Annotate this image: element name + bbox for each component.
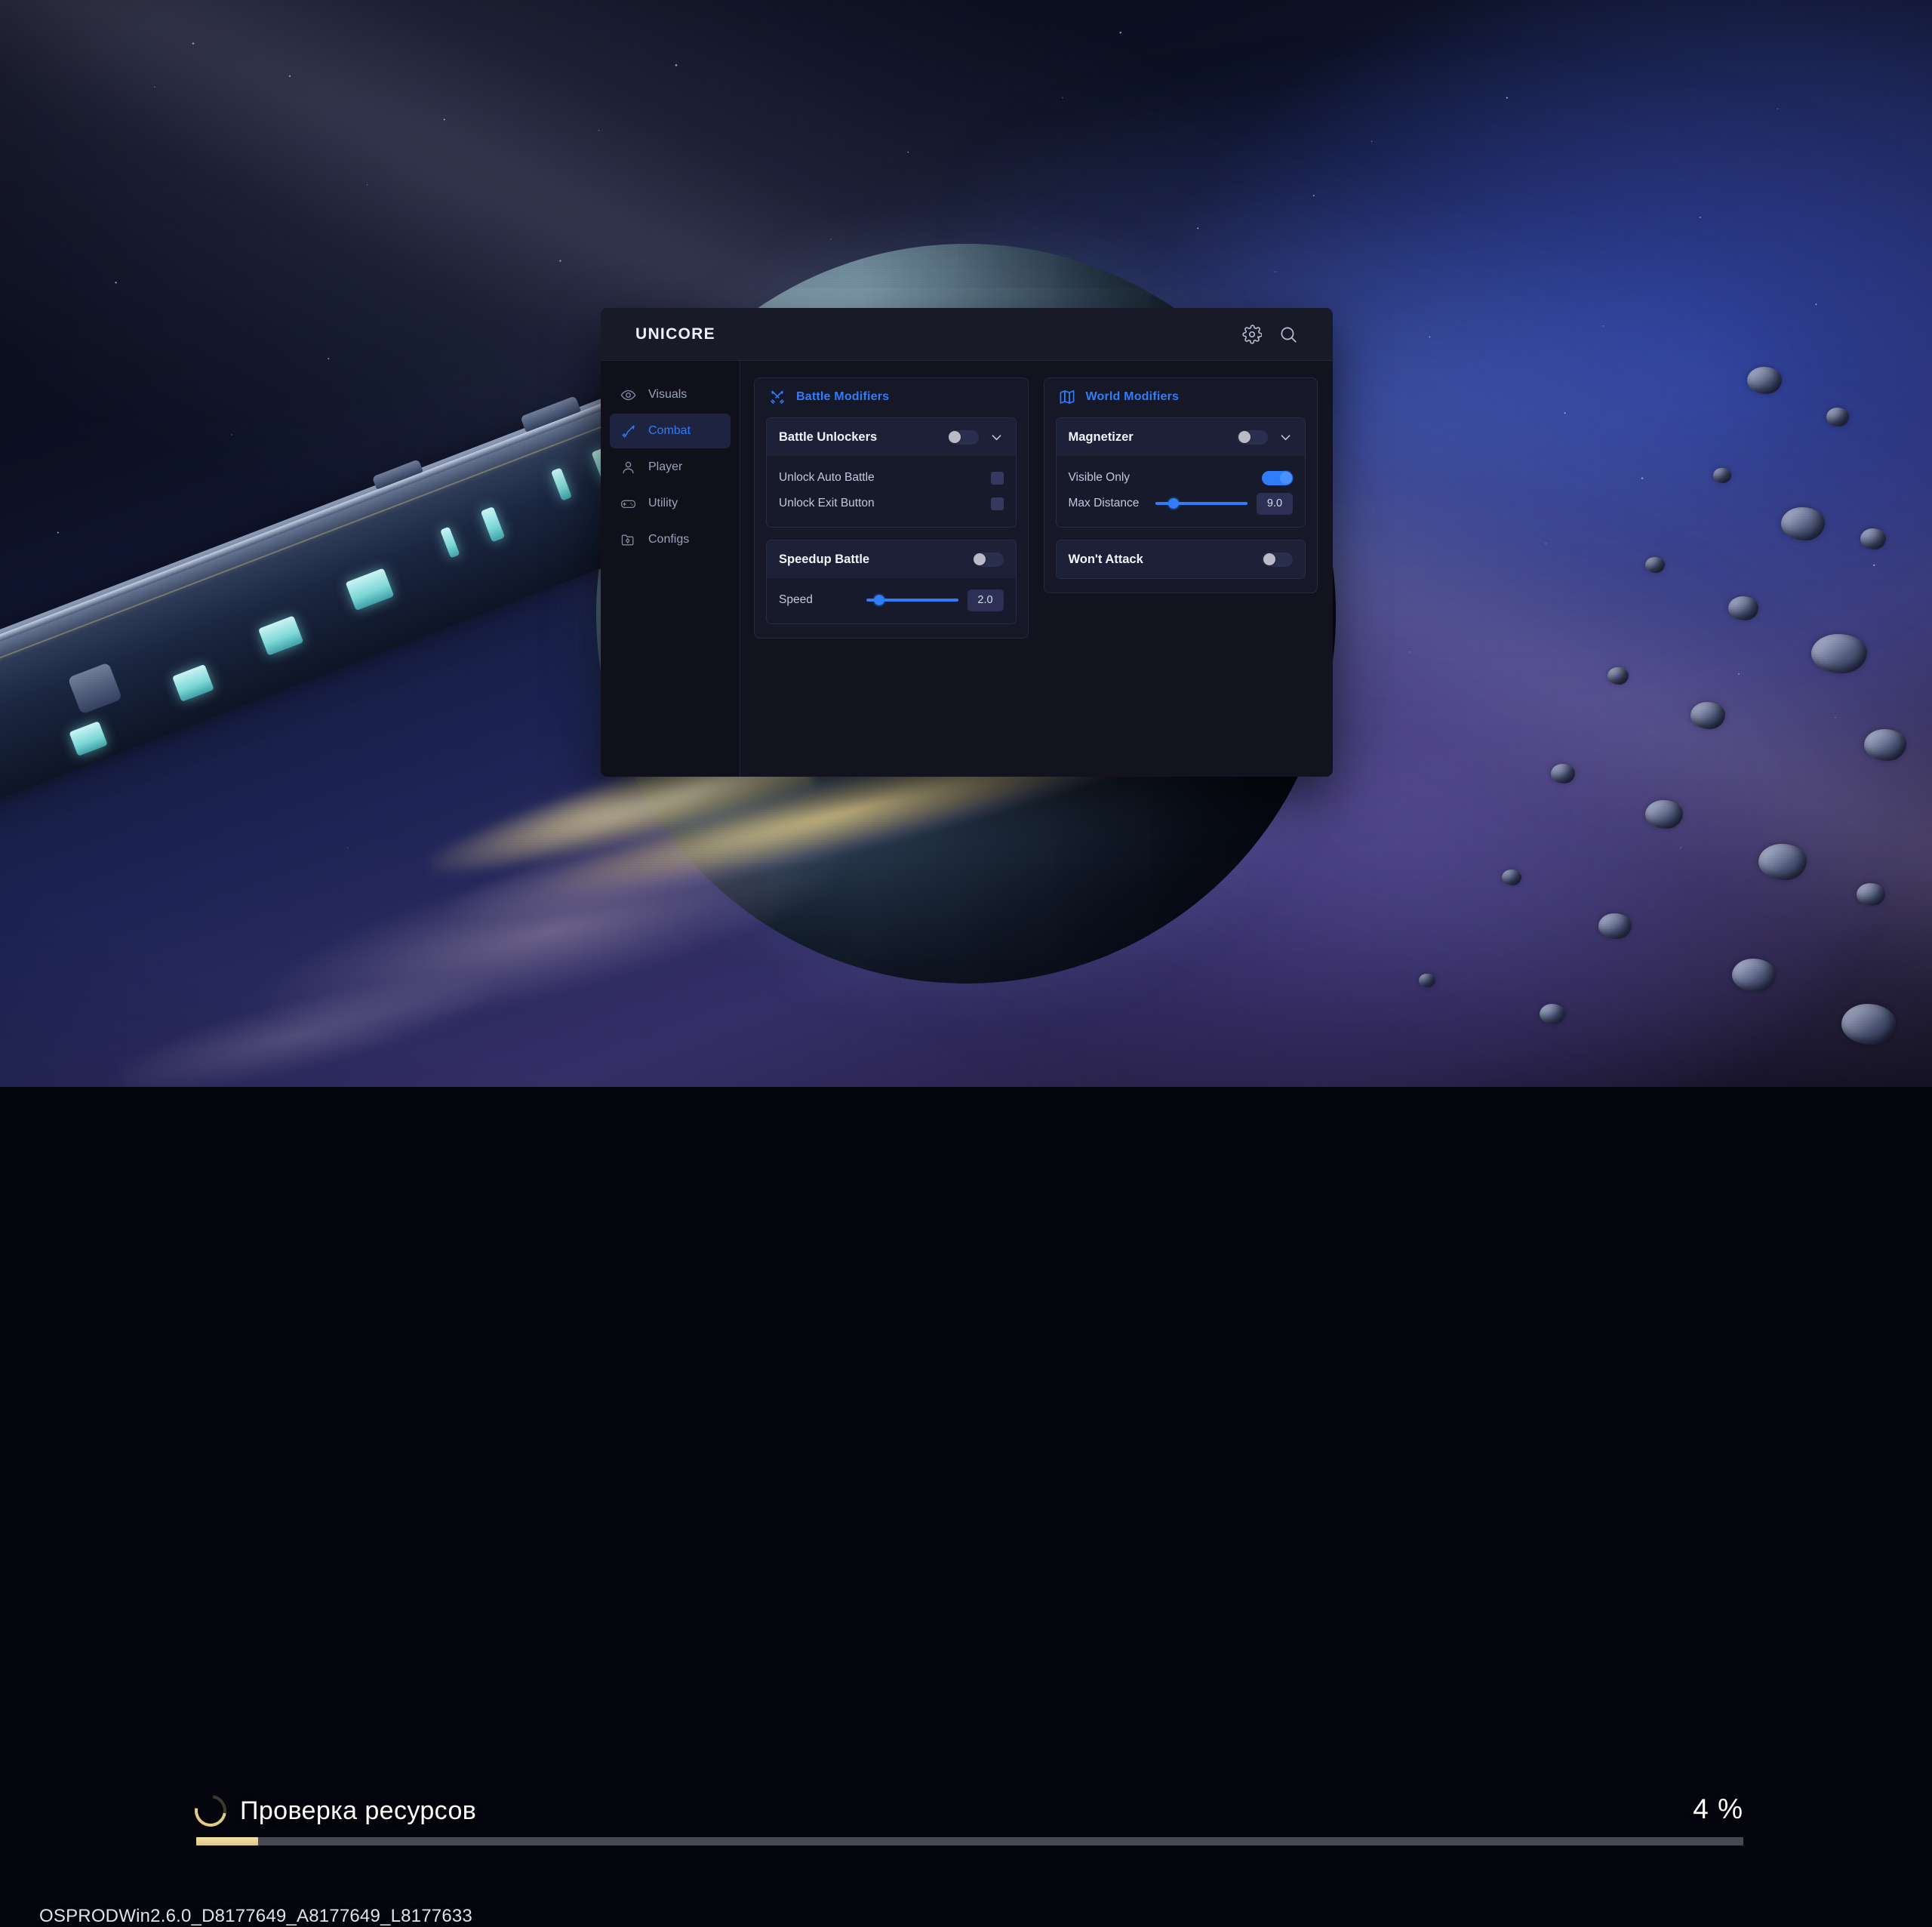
loading-progress-fill bbox=[196, 1837, 258, 1845]
slider-track[interactable] bbox=[1155, 502, 1247, 505]
column-title: Battle Modifiers bbox=[796, 390, 889, 404]
group-battle-unlockers: Battle Unlockers Unlock Auto Battle bbox=[766, 417, 1017, 528]
group-wont-attack: Won't Attack bbox=[1056, 540, 1306, 579]
panel-header-actions bbox=[1242, 325, 1298, 344]
group-toggle[interactable] bbox=[948, 430, 979, 445]
sidebar-item-label: Player bbox=[648, 460, 682, 474]
build-version-label: OSPRODWin2.6.0_D8177649_A8177649_L817763… bbox=[39, 1906, 472, 1927]
gear-icon[interactable] bbox=[1242, 325, 1262, 344]
group-title: Won't Attack bbox=[1069, 553, 1143, 567]
column-battle-modifiers: Battle Modifiers Battle Unlockers bbox=[754, 377, 1029, 639]
panel-body: Visuals Combat Player bbox=[601, 361, 1333, 777]
sidebar: Visuals Combat Player bbox=[601, 361, 740, 777]
row-label: Unlock Auto Battle bbox=[779, 471, 875, 485]
group-controls bbox=[1262, 553, 1293, 567]
unicore-overlay-panel[interactable]: UNICORE Visuals bbox=[601, 308, 1333, 777]
panel-title: UNICORE bbox=[635, 325, 715, 343]
row-label: Max Distance bbox=[1069, 497, 1140, 510]
unlock-auto-battle-checkbox[interactable] bbox=[991, 472, 1004, 485]
panel-content: Battle Modifiers Battle Unlockers bbox=[740, 361, 1333, 777]
loading-hud: Проверка ресурсов 4 % OSPRODWin2.6.0_D81… bbox=[0, 860, 1932, 1087]
row-control bbox=[991, 472, 1004, 485]
row-control: 2.0 bbox=[866, 589, 1004, 611]
chevron-down-icon[interactable] bbox=[1278, 430, 1293, 445]
row-control bbox=[1262, 471, 1293, 485]
group-controls bbox=[948, 430, 1004, 445]
map-icon bbox=[1059, 389, 1075, 405]
sidebar-item-combat[interactable]: Combat bbox=[610, 414, 731, 448]
group-title: Battle Unlockers bbox=[779, 430, 877, 445]
unlock-exit-button-checkbox[interactable] bbox=[991, 497, 1004, 510]
row-label: Speed bbox=[779, 593, 813, 607]
group-controls bbox=[1237, 430, 1293, 445]
column-header: World Modifiers bbox=[1056, 389, 1306, 405]
row-max-distance[interactable]: Max Distance 9.0 bbox=[1069, 491, 1294, 516]
row-unlock-auto-battle[interactable]: Unlock Auto Battle bbox=[779, 465, 1004, 491]
slider-thumb[interactable] bbox=[874, 595, 884, 605]
speed-value-field[interactable]: 2.0 bbox=[968, 589, 1004, 611]
max-distance-slider[interactable] bbox=[1155, 502, 1247, 505]
group-title: Magnetizer bbox=[1069, 430, 1134, 445]
row-control bbox=[991, 497, 1004, 510]
loading-status-row: Проверка ресурсов bbox=[195, 1795, 476, 1827]
sidebar-item-player[interactable]: Player bbox=[610, 450, 731, 485]
group-header[interactable]: Won't Attack bbox=[1057, 540, 1306, 578]
loading-status-text: Проверка ресурсов bbox=[240, 1796, 476, 1826]
column-world-modifiers: World Modifiers Magnetizer bbox=[1044, 377, 1318, 593]
max-distance-value-field[interactable]: 9.0 bbox=[1257, 493, 1293, 515]
gamepad-icon bbox=[620, 496, 636, 512]
group-header[interactable]: Battle Unlockers bbox=[767, 418, 1016, 456]
sidebar-item-label: Combat bbox=[648, 424, 691, 438]
loading-spinner-icon bbox=[189, 1789, 232, 1833]
sidebar-item-label: Utility bbox=[648, 497, 678, 510]
loading-percent-label: 4 % bbox=[1693, 1793, 1743, 1825]
row-visible-only[interactable]: Visible Only bbox=[1069, 465, 1294, 491]
person-icon bbox=[620, 460, 636, 476]
sidebar-item-utility[interactable]: Utility bbox=[610, 486, 731, 521]
panel-header: UNICORE bbox=[601, 308, 1333, 361]
group-title: Speedup Battle bbox=[779, 553, 869, 567]
wont-attack-toggle[interactable] bbox=[1262, 553, 1293, 567]
column-title: World Modifiers bbox=[1086, 390, 1180, 404]
row-label: Visible Only bbox=[1069, 471, 1131, 485]
sidebar-item-label: Configs bbox=[648, 533, 689, 546]
slider-track[interactable] bbox=[866, 599, 958, 602]
sidebar-item-label: Visuals bbox=[648, 388, 687, 402]
eye-icon bbox=[620, 387, 636, 403]
group-header[interactable]: Magnetizer bbox=[1057, 418, 1306, 456]
group-header[interactable]: Speedup Battle bbox=[767, 540, 1016, 578]
crossed-swords-icon bbox=[769, 389, 786, 405]
group-toggle[interactable] bbox=[973, 553, 1004, 567]
search-icon[interactable] bbox=[1278, 325, 1298, 344]
row-label: Unlock Exit Button bbox=[779, 497, 875, 510]
sidebar-item-configs[interactable]: Configs bbox=[610, 522, 731, 557]
column-header: Battle Modifiers bbox=[766, 389, 1017, 405]
slider-thumb[interactable] bbox=[1168, 498, 1179, 509]
row-speed[interactable]: Speed 2.0 bbox=[779, 587, 1004, 613]
group-body: Speed 2.0 bbox=[767, 578, 1016, 623]
row-control: 9.0 bbox=[1155, 493, 1293, 515]
sidebar-item-visuals[interactable]: Visuals bbox=[610, 377, 731, 412]
group-body: Unlock Auto Battle Unlock Exit Button bbox=[767, 456, 1016, 527]
group-controls bbox=[973, 553, 1004, 567]
group-body: Visible Only Max Distance bbox=[1057, 456, 1306, 527]
sword-icon bbox=[620, 423, 636, 439]
visible-only-toggle[interactable] bbox=[1262, 471, 1293, 485]
row-unlock-exit-button[interactable]: Unlock Exit Button bbox=[779, 491, 1004, 516]
group-magnetizer: Magnetizer Visible Only bbox=[1056, 417, 1306, 528]
chevron-down-icon[interactable] bbox=[989, 430, 1004, 445]
speed-slider[interactable] bbox=[866, 599, 958, 602]
folder-gear-icon bbox=[620, 532, 636, 548]
loading-progress-track bbox=[196, 1837, 1743, 1845]
group-toggle[interactable] bbox=[1237, 430, 1268, 445]
group-speedup-battle: Speedup Battle Speed bbox=[766, 540, 1017, 624]
